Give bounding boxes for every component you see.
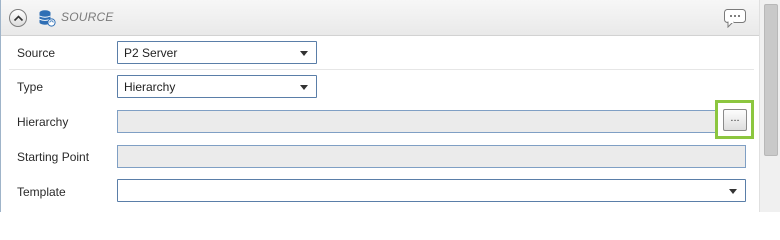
row-divider <box>9 69 754 70</box>
comment-icon[interactable] <box>723 8 747 28</box>
chevron-down-icon <box>729 189 737 194</box>
starting-point-label: Starting Point <box>17 150 90 164</box>
type-value: Hierarchy <box>124 80 176 94</box>
chevron-down-icon <box>300 51 308 56</box>
template-label: Template <box>17 185 66 199</box>
hierarchy-label: Hierarchy <box>17 115 69 129</box>
section-header: SOURCE <box>1 0 759 36</box>
chevron-down-icon <box>300 85 308 90</box>
source-value: P2 Server <box>124 46 178 60</box>
chevron-up-icon <box>13 15 24 22</box>
source-panel: SOURCE Source P2 Server Type Hierarchy H… <box>0 0 760 212</box>
type-label: Type <box>17 80 44 94</box>
source-label: Source <box>17 46 56 60</box>
template-dropdown[interactable] <box>117 179 746 202</box>
hierarchy-field[interactable] <box>117 110 717 133</box>
collapse-button[interactable] <box>9 9 27 27</box>
vertical-scrollbar[interactable] <box>759 0 780 212</box>
scrollbar-thumb[interactable] <box>764 4 778 156</box>
starting-point-field[interactable] <box>117 145 746 168</box>
source-dropdown[interactable]: P2 Server <box>117 41 317 64</box>
section-title: SOURCE <box>61 10 114 24</box>
type-dropdown[interactable]: Hierarchy <box>117 75 317 98</box>
database-sync-icon <box>39 10 56 27</box>
hierarchy-browse-button[interactable]: ... <box>723 109 747 131</box>
